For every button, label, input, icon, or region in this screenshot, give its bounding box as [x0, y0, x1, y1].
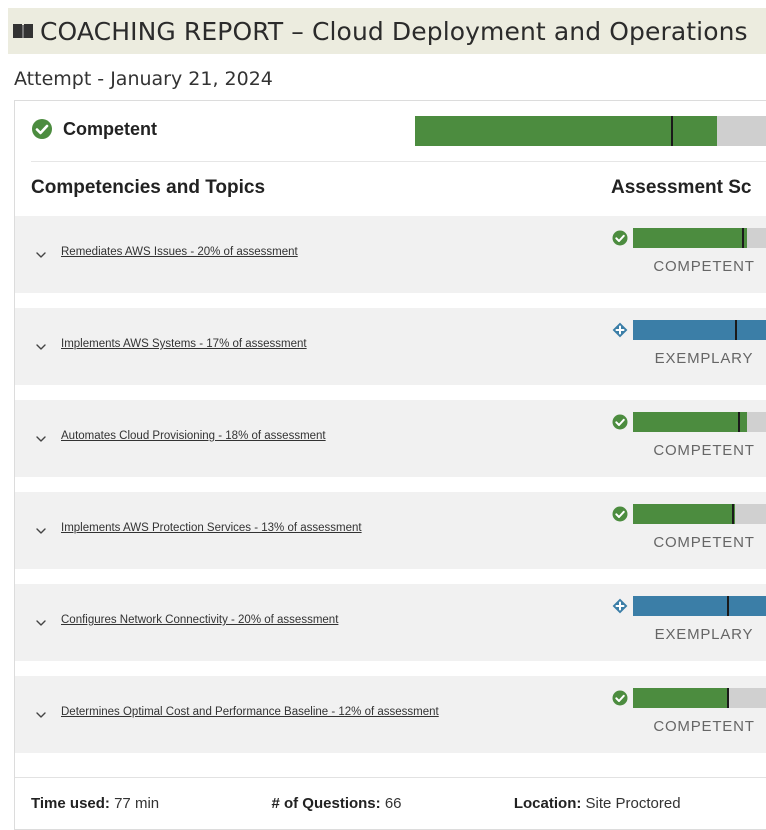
competency-score-bar — [633, 688, 766, 708]
time-used-label: Time used: — [31, 795, 110, 812]
time-used-value: 77 min — [114, 795, 160, 812]
competency-score-bar — [633, 320, 766, 340]
overall-status-label: Competent — [63, 118, 157, 139]
competency-level: COMPETENT — [653, 534, 755, 551]
check-circle-icon — [612, 506, 628, 522]
competency-score-bar — [633, 596, 766, 616]
location-value: Site Proctored — [585, 795, 681, 812]
competencies-column-header: Competencies and Topics — [31, 177, 266, 198]
competency-link[interactable]: Implements AWS Protection Services - 13%… — [61, 522, 362, 534]
competency-score-fill — [633, 320, 766, 340]
competency-row: Configures Network Connectivity - 20% of… — [15, 584, 766, 661]
overall-score-bar — [415, 116, 766, 146]
competency-score-fill — [633, 504, 736, 524]
check-circle-icon — [612, 230, 628, 246]
diamond-plus-icon — [612, 322, 628, 338]
competency-link[interactable]: Configures Network Connectivity - 20% of… — [61, 614, 338, 626]
competency-level: COMPETENT — [653, 258, 755, 275]
chevron-down-icon[interactable] — [35, 709, 47, 721]
competency-row: Remediates AWS Issues - 20% of assessmen… — [15, 216, 766, 293]
questions-label: # of Questions: — [271, 795, 381, 812]
competency-level: EXEMPLARY — [654, 626, 754, 643]
competency-score-marker — [735, 320, 738, 340]
report-title: COACHING REPORT – Cloud Deployment and O… — [40, 16, 748, 46]
divider — [31, 161, 766, 162]
location-label: Location: — [513, 795, 582, 812]
footer-divider — [15, 777, 766, 778]
assessment-score-column-header: Assessment Sc — [611, 177, 752, 198]
chevron-down-icon[interactable] — [35, 525, 47, 537]
footer: Time used: 77 min # of Questions: 66 Loc… — [31, 795, 681, 812]
competency-level: COMPETENT — [653, 442, 755, 459]
attempt-date: Attempt - January 21, 2024 — [14, 68, 273, 90]
competency-score-bar — [633, 504, 766, 524]
competency-score-marker — [738, 412, 741, 432]
diamond-plus-icon — [612, 598, 628, 614]
competency-score-fill — [633, 228, 747, 248]
chevron-down-icon[interactable] — [35, 341, 47, 353]
competency-level: EXEMPLARY — [654, 350, 754, 367]
check-circle-icon — [612, 690, 628, 706]
report-title-bar: COACHING REPORT – Cloud Deployment and O… — [8, 8, 766, 54]
competency-row: Automates Cloud Provisioning - 18% of as… — [15, 400, 766, 477]
competency-link[interactable]: Automates Cloud Provisioning - 18% of as… — [61, 430, 326, 442]
book-icon — [13, 24, 33, 38]
competency-row: Implements AWS Systems - 17% of assessme… — [15, 308, 766, 385]
overall-status: Competent — [31, 115, 157, 143]
competency-score-bar — [633, 228, 766, 248]
competency-link[interactable]: Implements AWS Systems - 17% of assessme… — [61, 338, 307, 350]
check-circle-icon — [32, 119, 52, 139]
competency-link[interactable]: Determines Optimal Cost and Performance … — [61, 706, 439, 718]
competency-row: Determines Optimal Cost and Performance … — [15, 676, 766, 753]
competency-score-marker — [732, 504, 735, 524]
competency-link[interactable]: Remediates AWS Issues - 20% of assessmen… — [61, 246, 298, 258]
competency-score-marker — [726, 688, 729, 708]
questions-value: 66 — [384, 795, 402, 812]
chevron-down-icon[interactable] — [35, 433, 47, 445]
chevron-down-icon[interactable] — [35, 249, 47, 261]
competency-score-fill — [633, 688, 729, 708]
competency-score-marker — [726, 596, 729, 616]
overall-score-marker — [670, 116, 673, 146]
competency-level: COMPETENT — [653, 718, 755, 735]
competency-score-marker — [742, 228, 745, 248]
chevron-down-icon[interactable] — [35, 617, 47, 629]
check-circle-icon — [612, 414, 628, 430]
report-card: Competent Competencies and Topics Assess… — [14, 100, 766, 830]
competency-row: Implements AWS Protection Services - 13%… — [15, 492, 766, 569]
competency-score-bar — [633, 412, 766, 432]
competency-score-fill — [633, 412, 747, 432]
competency-score-fill — [633, 596, 766, 616]
competency-list: Remediates AWS Issues - 20% of assessmen… — [15, 216, 766, 768]
